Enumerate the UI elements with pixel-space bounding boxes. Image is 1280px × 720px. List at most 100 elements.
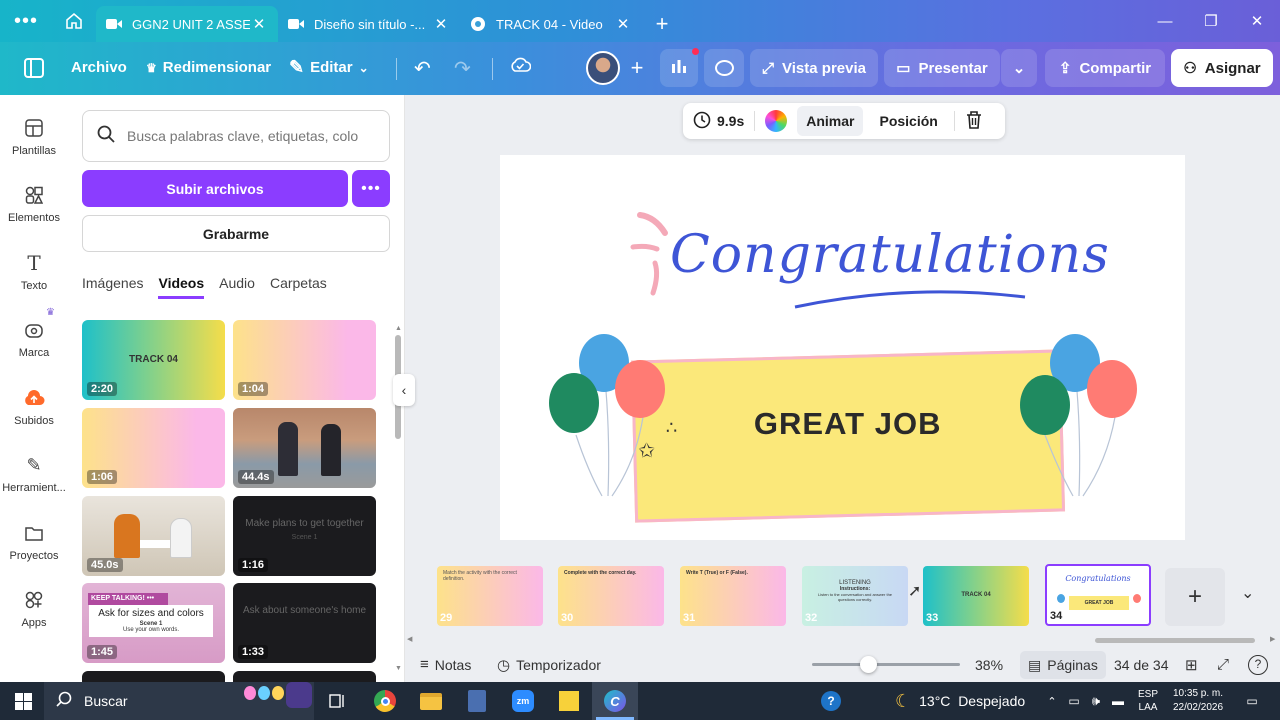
zoom-slider-thumb[interactable]: [860, 656, 877, 673]
slide-heading[interactable]: Congratulations: [670, 225, 1109, 285]
animate-button[interactable]: Animar: [797, 106, 864, 136]
upload-files-button[interactable]: Subir archivos: [82, 170, 348, 207]
collapse-panel-button[interactable]: ‹: [393, 374, 415, 406]
video-thumbnail[interactable]: 1:04: [233, 320, 376, 400]
scrollbar-thumb[interactable]: [1095, 638, 1255, 643]
page-thumbnail[interactable]: LISTENING Instructions: Listen to the co…: [802, 566, 908, 626]
taskbar-search[interactable]: Buscar: [44, 682, 314, 720]
edit-menu[interactable]: ✎ Editar ⌄: [289, 57, 369, 78]
add-collaborator-icon[interactable]: +: [622, 51, 652, 85]
close-icon[interactable]: ✕: [432, 15, 450, 33]
video-thumbnail[interactable]: 44.4s: [233, 408, 376, 488]
zoom-level[interactable]: 38%: [975, 657, 1003, 673]
video-thumbnail[interactable]: Make plans to get together Scene 1 1:16: [233, 496, 376, 576]
notes-button[interactable]: ≡ Notas: [420, 656, 471, 673]
undo-icon[interactable]: ↶: [414, 56, 431, 81]
rail-item-apps[interactable]: Apps: [0, 589, 68, 629]
calculator-icon[interactable]: [460, 682, 494, 720]
chevron-down-icon[interactable]: ⌄: [1241, 583, 1254, 603]
chrome-icon[interactable]: [368, 682, 402, 720]
zoom-app-icon[interactable]: zm: [506, 682, 540, 720]
insights-button[interactable]: [660, 48, 699, 87]
browser-tab-2[interactable]: Diseño sin título -... ✕: [278, 6, 460, 42]
rail-item-elements[interactable]: Elementos: [0, 184, 68, 224]
share-button[interactable]: ⇪ Compartir: [1045, 49, 1165, 87]
scroll-down-icon[interactable]: ▼: [395, 665, 402, 672]
browser-tab-3[interactable]: TRACK 04 - Video ✕: [460, 6, 642, 42]
add-page-button[interactable]: +: [1165, 568, 1225, 626]
zoom-slider[interactable]: [812, 656, 960, 673]
help-icon[interactable]: ?: [1248, 654, 1268, 675]
present-button[interactable]: ▭ Presentar: [884, 49, 1000, 87]
present-options-button[interactable]: ⌄: [1001, 49, 1037, 87]
task-view-icon[interactable]: [322, 682, 352, 720]
position-button[interactable]: Posición: [863, 113, 953, 129]
search-field[interactable]: Busca palabras clave, etiquetas, colo: [82, 110, 390, 162]
new-tab-button[interactable]: +: [642, 6, 682, 42]
fullscreen-icon[interactable]: ⤢: [1217, 656, 1229, 673]
maximize-icon[interactable]: ❐: [1188, 12, 1234, 30]
banner-text[interactable]: GREAT JOB: [636, 406, 1060, 442]
weather-widget[interactable]: ☾ 13°C Despejado: [895, 682, 1025, 720]
video-thumbnail[interactable]: TRACK 04 2:20: [82, 320, 225, 400]
slide-canvas[interactable]: Congratulations GREAT JOB ✩ ∴: [500, 155, 1185, 540]
tab-videos[interactable]: Videos: [158, 275, 205, 299]
windows-start-icon[interactable]: [8, 682, 38, 720]
volume-icon[interactable]: 🕪: [1086, 682, 1106, 720]
assign-button[interactable]: ⚇ Asignar: [1171, 49, 1273, 87]
page-thumbnail[interactable]: Match the activity with the correct defi…: [437, 566, 543, 626]
tray-chevron-icon[interactable]: ⌃: [1042, 682, 1062, 720]
comments-button[interactable]: [704, 49, 744, 87]
page-thumbnail[interactable]: Complete with the correct day. 30: [558, 566, 664, 626]
video-thumbnail[interactable]: 1:06: [82, 408, 225, 488]
video-thumbnail[interactable]: [233, 671, 376, 682]
file-explorer-icon[interactable]: [414, 682, 448, 720]
grid-view-icon[interactable]: ⊞: [1185, 656, 1198, 674]
resize-menu[interactable]: ♛ Redimensionar: [146, 59, 271, 76]
rail-item-projects[interactable]: Proyectos: [0, 522, 68, 562]
video-thumbnail[interactable]: KEEP TALKING! ••• Ask for sizes and colo…: [82, 583, 225, 663]
rail-item-templates[interactable]: Plantillas: [0, 117, 68, 157]
rail-item-uploads[interactable]: Subidos: [0, 387, 68, 427]
duration-button[interactable]: 9.9s: [683, 111, 754, 132]
scroll-left-icon[interactable]: ◀: [407, 635, 412, 643]
tab-audio[interactable]: Audio: [219, 275, 255, 299]
browser-menu-icon[interactable]: •••: [0, 0, 52, 42]
rail-item-tools[interactable]: ✎ Herramient...: [0, 454, 68, 495]
scroll-up-icon[interactable]: ▲: [395, 325, 402, 332]
sticky-notes-icon[interactable]: [552, 682, 586, 720]
color-picker-icon[interactable]: [765, 110, 788, 132]
record-button[interactable]: Grabarme: [82, 215, 390, 252]
scroll-right-icon[interactable]: ▶: [1270, 635, 1275, 643]
cloud-saved-icon[interactable]: [509, 56, 532, 79]
help-app-icon[interactable]: ?: [817, 682, 845, 720]
more-options-button[interactable]: •••: [352, 170, 390, 207]
close-window-icon[interactable]: ✕: [1234, 12, 1280, 30]
network-icon[interactable]: ▭: [1064, 682, 1084, 720]
notifications-icon[interactable]: ▭: [1238, 682, 1266, 720]
timer-button[interactable]: ◷ Temporizador: [497, 656, 601, 674]
video-thumbnail[interactable]: 45.0s: [82, 496, 225, 576]
file-menu[interactable]: Archivo: [71, 59, 127, 76]
pages-button[interactable]: ▤ Páginas: [1020, 651, 1106, 679]
rail-item-brand[interactable]: ♛ Marca: [0, 307, 68, 359]
page-thumbnail[interactable]: Write T (True) or F (False). 31: [680, 566, 786, 626]
avatar[interactable]: [586, 51, 620, 85]
video-thumbnail[interactable]: [82, 671, 225, 682]
minimize-icon[interactable]: —: [1142, 13, 1188, 30]
page-thumbnail-selected[interactable]: Congratulations GREAT JOB 34: [1045, 564, 1151, 626]
language-indicator[interactable]: ESP LAA: [1132, 682, 1164, 720]
preview-button[interactable]: ⤢ Vista previa: [750, 49, 878, 87]
rail-item-text[interactable]: T Texto: [0, 251, 68, 292]
trash-icon[interactable]: [965, 110, 983, 133]
sidebar-toggle-icon[interactable]: [24, 58, 44, 78]
search-input[interactable]: Busca palabras clave, etiquetas, colo: [127, 128, 367, 144]
battery-icon[interactable]: ▬: [1108, 682, 1128, 720]
close-icon[interactable]: ✕: [250, 15, 268, 33]
home-icon[interactable]: [52, 0, 96, 42]
close-icon[interactable]: ✕: [614, 15, 632, 33]
banner-box[interactable]: GREAT JOB ✩ ∴: [630, 349, 1066, 523]
video-thumbnail[interactable]: Ask about someone's home 1:33: [233, 583, 376, 663]
tab-images[interactable]: Imágenes: [82, 275, 143, 299]
filmstrip-scrollbar[interactable]: ◀ ▶: [405, 635, 1280, 645]
